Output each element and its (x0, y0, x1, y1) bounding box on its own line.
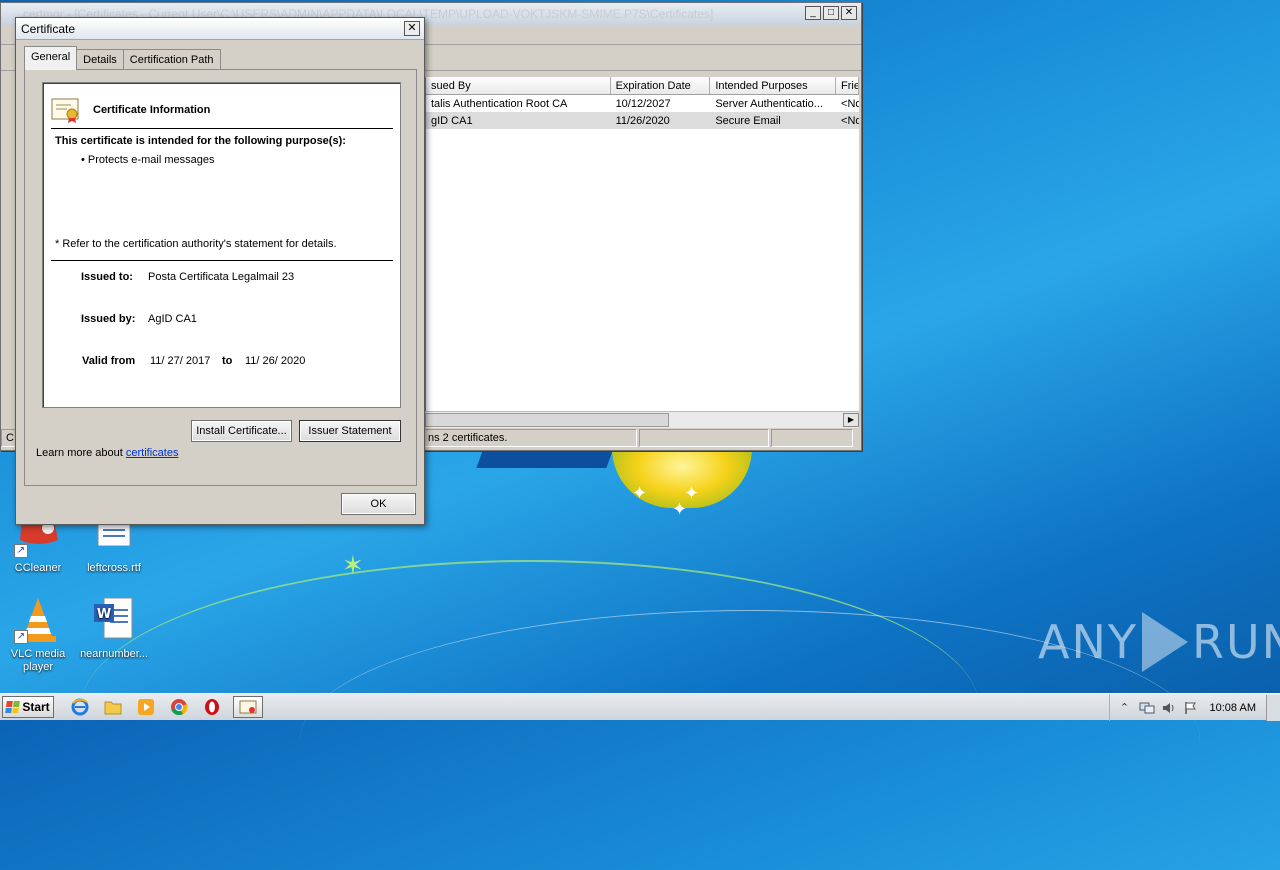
valid-to-label: to (222, 355, 233, 367)
certificate-dialog: Certificate ✕ General Details Certificat… (15, 17, 425, 525)
list-header: sued By Expiration Date Intended Purpose… (426, 77, 859, 95)
svg-text:W: W (97, 607, 111, 622)
purpose-item: • Protects e-mail messages (81, 154, 215, 166)
general-tab-panel: Certificate Information This certificate… (24, 69, 417, 486)
sparkle-icon: ✦ (632, 483, 648, 503)
horizontal-scrollbar[interactable]: ▶ (425, 411, 859, 428)
cell-issued-by: gID CA1 (431, 114, 473, 127)
folder-icon[interactable] (101, 696, 125, 718)
vlc-cone-icon: ↗ (14, 596, 62, 644)
learn-more-prefix: Learn more about (36, 447, 126, 459)
watermark-text: RUN (1191, 615, 1280, 669)
cell-friendly: <No (841, 114, 859, 127)
dialog-titlebar[interactable]: Certificate ✕ (16, 18, 424, 40)
close-icon[interactable]: ✕ (404, 21, 420, 36)
valid-to-value: 11/ 26/ 2020 (245, 355, 306, 367)
certificate-icon (51, 97, 81, 123)
desktop-icon-label: CCleaner (14, 562, 62, 574)
cell-issued-by: talis Authentication Root CA (431, 97, 568, 110)
dialog-title: Certificate (21, 21, 76, 36)
chrome-icon[interactable] (167, 696, 191, 718)
tab-general[interactable]: General (24, 46, 78, 70)
volume-icon[interactable] (1160, 699, 1178, 717)
issuer-statement-button[interactable]: Issuer Statement (299, 420, 401, 442)
tab-details[interactable]: Details (76, 49, 124, 70)
action-center-flag-icon[interactable] (1182, 699, 1200, 717)
maximize-button[interactable]: □ (823, 6, 839, 20)
system-tray: ⌃ 10:08 AM (1108, 694, 1280, 721)
column-header-purposes[interactable]: Intended Purposes (710, 77, 837, 94)
valid-from-value: 11/ 27/ 2017 (150, 355, 211, 367)
cell-expiration: 11/26/2020 (615, 114, 670, 127)
purpose-heading: This certificate is intended for the fol… (55, 135, 346, 147)
certificates-link[interactable]: certificates (126, 447, 179, 459)
issued-to-value: Posta Certificata Legalmail 23 (148, 271, 295, 283)
word-document-icon: W (90, 596, 138, 644)
desktop-icon-vlc[interactable]: ↗ VLC media player (0, 596, 76, 674)
sparkle-icon: ✦ (672, 499, 688, 519)
desktop-icon-label: leftcross.rtf (87, 562, 141, 574)
ok-button[interactable]: OK (341, 493, 416, 515)
show-desktop-button[interactable] (1266, 694, 1280, 721)
anyrun-watermark: ANY RUN (1038, 612, 1280, 672)
windows-logo-icon (5, 701, 21, 713)
watermark-text: ANY (1038, 615, 1138, 669)
show-hidden-icons-icon[interactable]: ⌃ (1116, 699, 1134, 717)
issued-to-label: Issued to: (81, 271, 133, 283)
column-header-friendly[interactable]: Frie (836, 77, 859, 94)
tab-strip: General Details Certification Path (24, 46, 221, 70)
issued-by-value: AgID CA1 (148, 313, 197, 325)
opera-icon[interactable] (200, 696, 224, 718)
cell-expiration: 10/12/2027 (615, 97, 671, 110)
ie-icon[interactable] (68, 696, 92, 718)
play-icon (1141, 612, 1188, 672)
tab-certification-path[interactable]: Certification Path (122, 49, 221, 70)
status-segment (639, 429, 769, 447)
learn-more-text: Learn more about certificates (36, 447, 178, 459)
media-player-icon[interactable] (134, 696, 158, 718)
sparkle-icon: ✶ (342, 550, 364, 580)
scroll-right-arrow-icon[interactable]: ▶ (843, 413, 859, 427)
minimize-button[interactable]: _ (805, 6, 821, 20)
network-icon[interactable] (1138, 699, 1156, 717)
info-title: Certificate Information (93, 104, 211, 116)
column-header-expiration[interactable]: Expiration Date (611, 77, 711, 94)
status-text: ns 2 certificates. (423, 429, 637, 447)
install-certificate-button[interactable]: Install Certificate... (191, 420, 292, 442)
table-row[interactable]: gID CA1 11/26/2020 Secure Email <No (426, 112, 859, 129)
shortcut-arrow-icon: ↗ (14, 544, 28, 558)
refer-note: * Refer to the certification authority's… (55, 238, 337, 250)
issued-by-label: Issued by: (81, 313, 136, 325)
shortcut-arrow-icon: ↗ (14, 630, 28, 644)
status-segment (771, 429, 853, 447)
clock[interactable]: 10:08 AM (1210, 702, 1256, 714)
close-button[interactable]: ✕ (841, 6, 857, 20)
table-row[interactable]: talis Authentication Root CA 10/12/2027 … (426, 95, 859, 112)
cell-purposes: Server Authenticatio... (715, 97, 823, 110)
desktop-icon-label: nearnumber... (80, 648, 148, 660)
desktop-icon-label: VLC media player (10, 648, 66, 673)
divider (51, 260, 393, 261)
valid-from-label: Valid from (82, 355, 136, 367)
wallpaper-shape (476, 448, 614, 468)
cell-friendly: <No (841, 97, 859, 110)
certificate-info-box: Certificate Information This certificate… (42, 82, 401, 408)
start-label: Start (22, 700, 50, 714)
column-header-issued-by[interactable]: sued By (426, 77, 611, 94)
cell-purposes: Secure Email (715, 114, 781, 127)
taskbar: Start ⌃ 10:08 AM (0, 693, 1280, 721)
desktop-icon-nearnumber[interactable]: W nearnumber... (76, 596, 152, 661)
scrollbar-thumb[interactable] (425, 413, 669, 427)
certmgr-taskbar-button[interactable] (233, 696, 263, 718)
certificate-list[interactable]: sued By Expiration Date Intended Purpose… (425, 77, 859, 411)
start-button[interactable]: Start (2, 696, 54, 718)
divider (51, 128, 393, 129)
